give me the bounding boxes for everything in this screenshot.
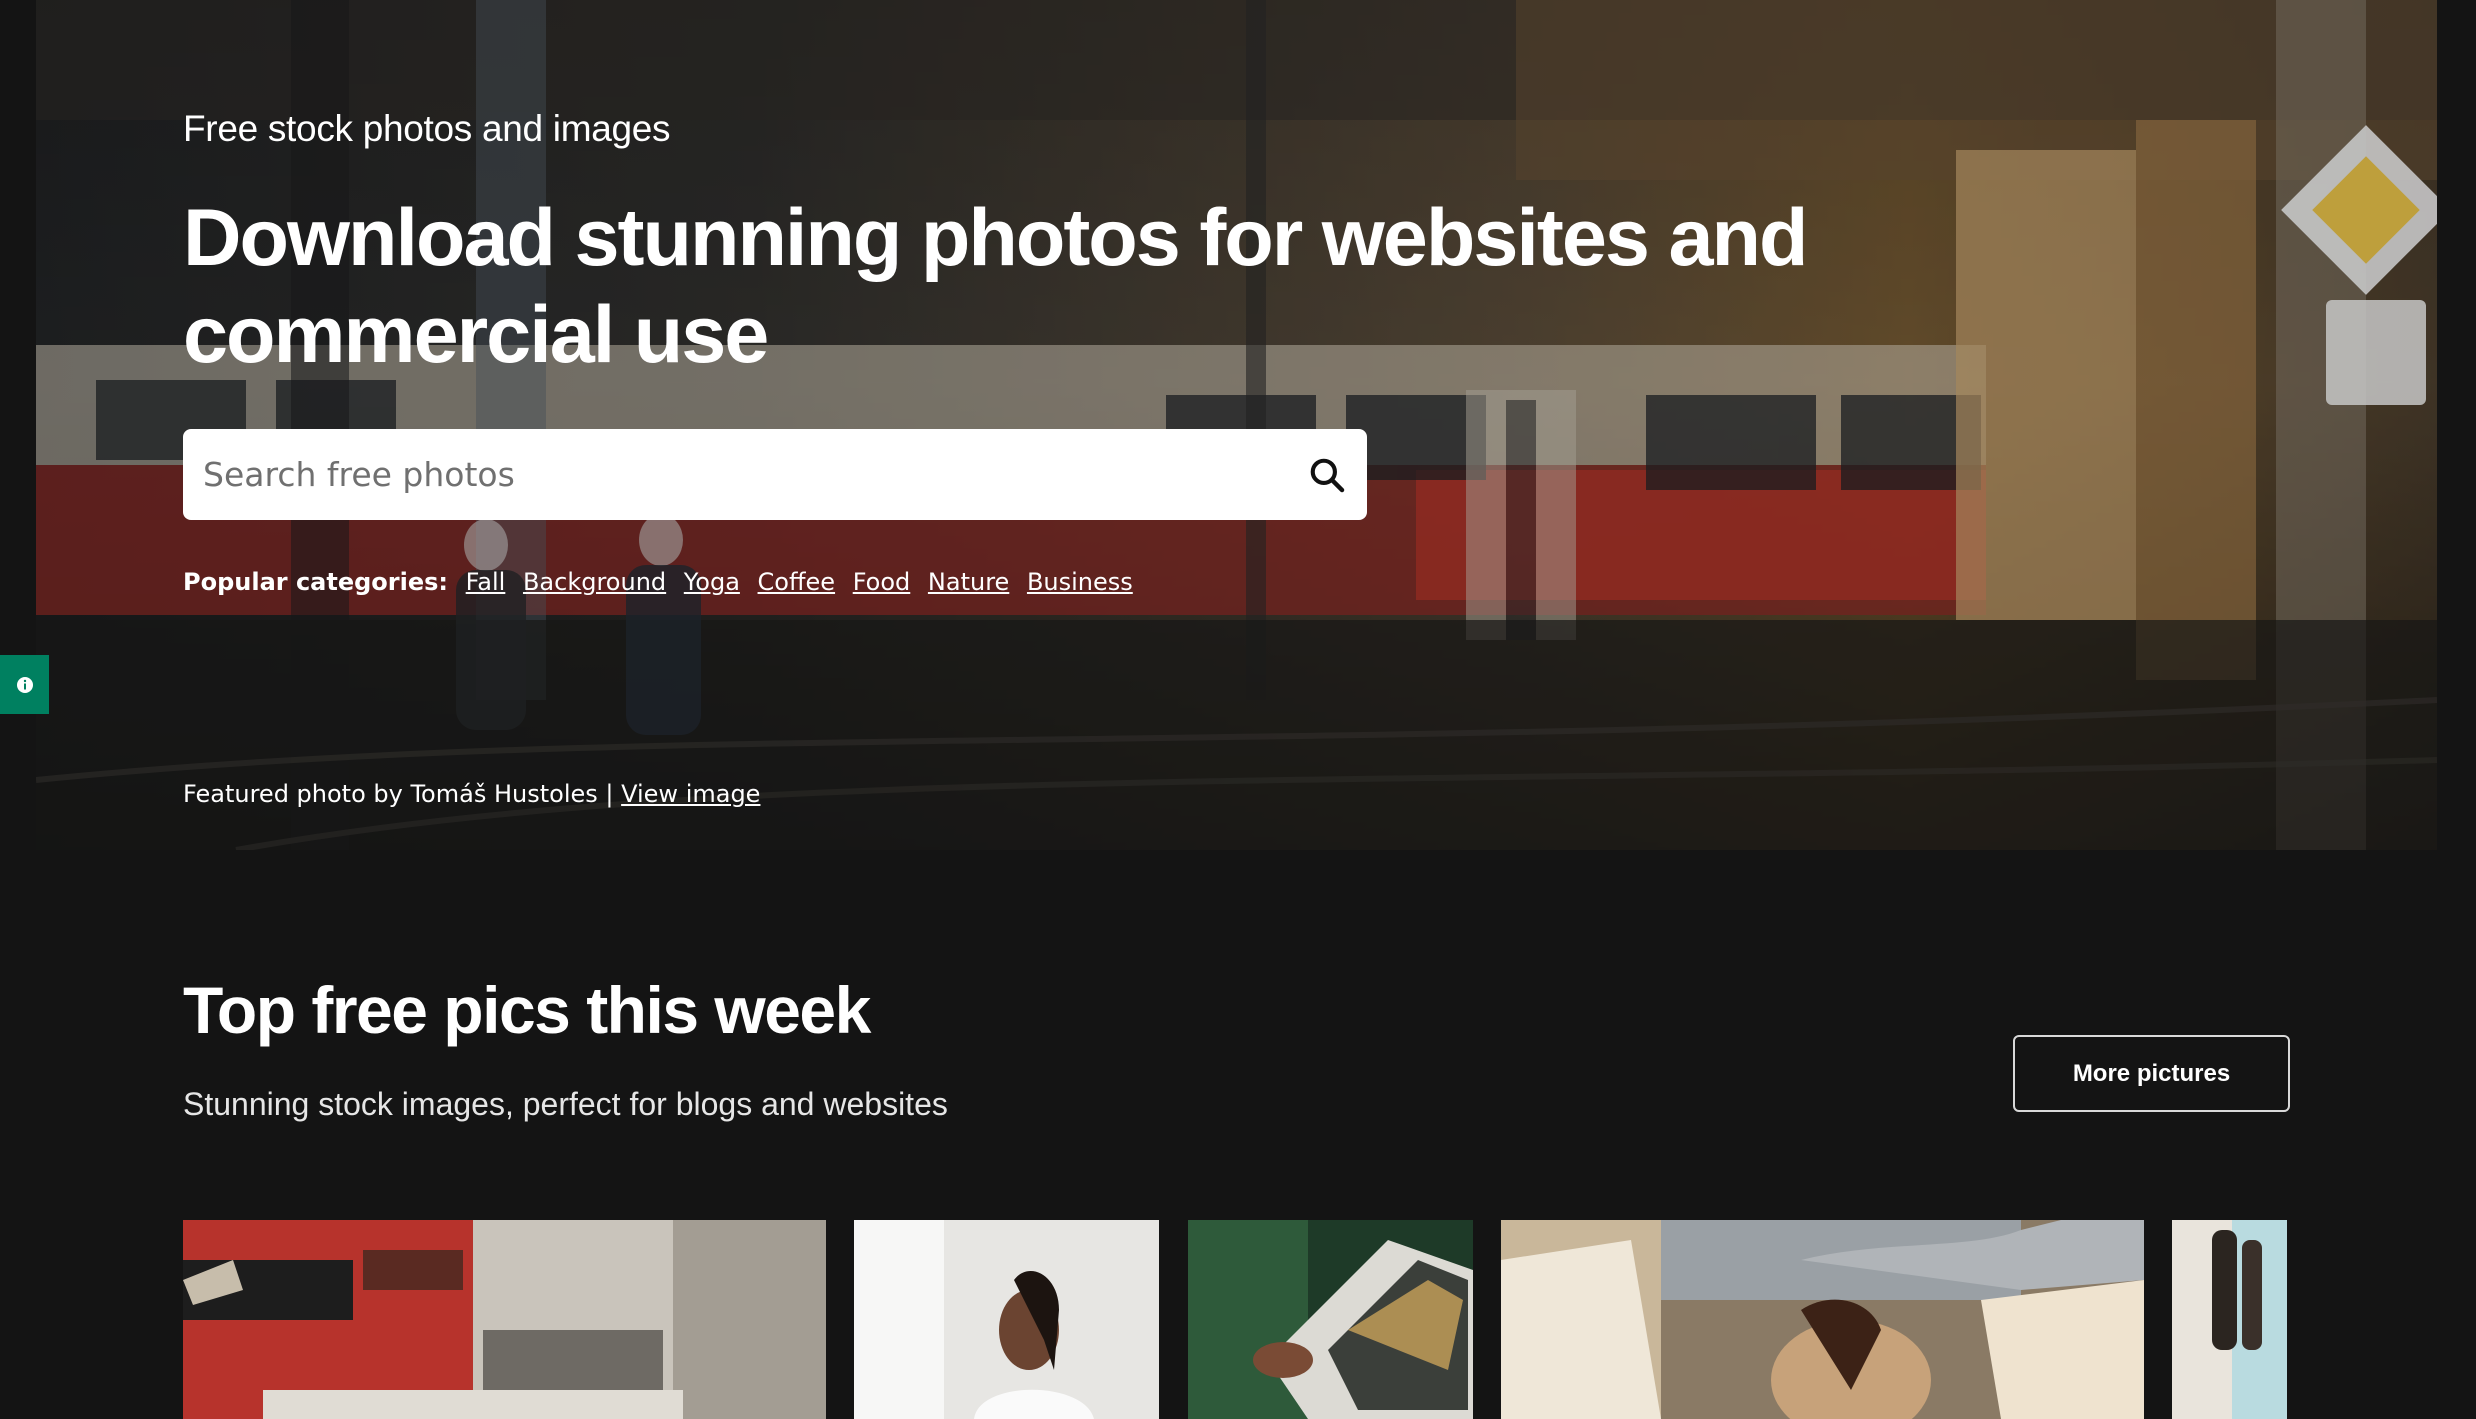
popular-categories-label: Popular categories: <box>183 568 449 596</box>
photo-thumbnail-street[interactable] <box>183 1220 826 1419</box>
hero-banner: Free stock photos and images Download st… <box>36 0 2437 850</box>
category-link-background[interactable]: Background <box>523 568 666 596</box>
popular-categories: Popular categories: Fall Background Yoga… <box>183 568 1143 596</box>
search-icon <box>1310 458 1345 492</box>
portrait-photo <box>854 1220 1159 1419</box>
search-bar <box>183 429 1367 520</box>
category-link-fall[interactable]: Fall <box>466 568 506 596</box>
photo-thumbnail-magazine[interactable] <box>1188 1220 1473 1419</box>
hero-eyebrow: Free stock photos and images <box>183 108 671 149</box>
info-icon <box>16 676 33 693</box>
photo-thumbnail-toothbrush[interactable] <box>2172 1220 2287 1419</box>
more-pictures-button[interactable]: More pictures <box>2013 1035 2290 1112</box>
category-link-coffee[interactable]: Coffee <box>758 568 836 596</box>
section-title: Top free pics this week <box>183 973 871 1047</box>
photo-credit-text: Featured photo by Tomáš Hustoles | <box>183 780 614 808</box>
category-link-yoga[interactable]: Yoga <box>684 568 740 596</box>
photo-thumbnail-books[interactable] <box>1501 1220 2144 1419</box>
feedback-tab[interactable] <box>0 655 49 714</box>
photo-credit: Featured photo by Tomáš Hustoles | View … <box>183 780 760 808</box>
photo-thumbnail-portrait[interactable] <box>854 1220 1159 1419</box>
books-photo <box>1501 1220 2144 1419</box>
category-link-nature[interactable]: Nature <box>928 568 1009 596</box>
magazine-photo <box>1188 1220 1473 1419</box>
section-subtitle: Stunning stock images, perfect for blogs… <box>183 1086 948 1122</box>
street-photo <box>183 1220 826 1419</box>
view-image-link[interactable]: View image <box>621 780 760 808</box>
toothbrush-photo <box>2172 1220 2287 1419</box>
category-link-business[interactable]: Business <box>1027 568 1133 596</box>
search-button[interactable] <box>1287 429 1367 520</box>
hero-headline: Download stunning photos for websites an… <box>183 193 1808 380</box>
search-input[interactable] <box>183 429 1287 520</box>
category-link-food[interactable]: Food <box>853 568 911 596</box>
